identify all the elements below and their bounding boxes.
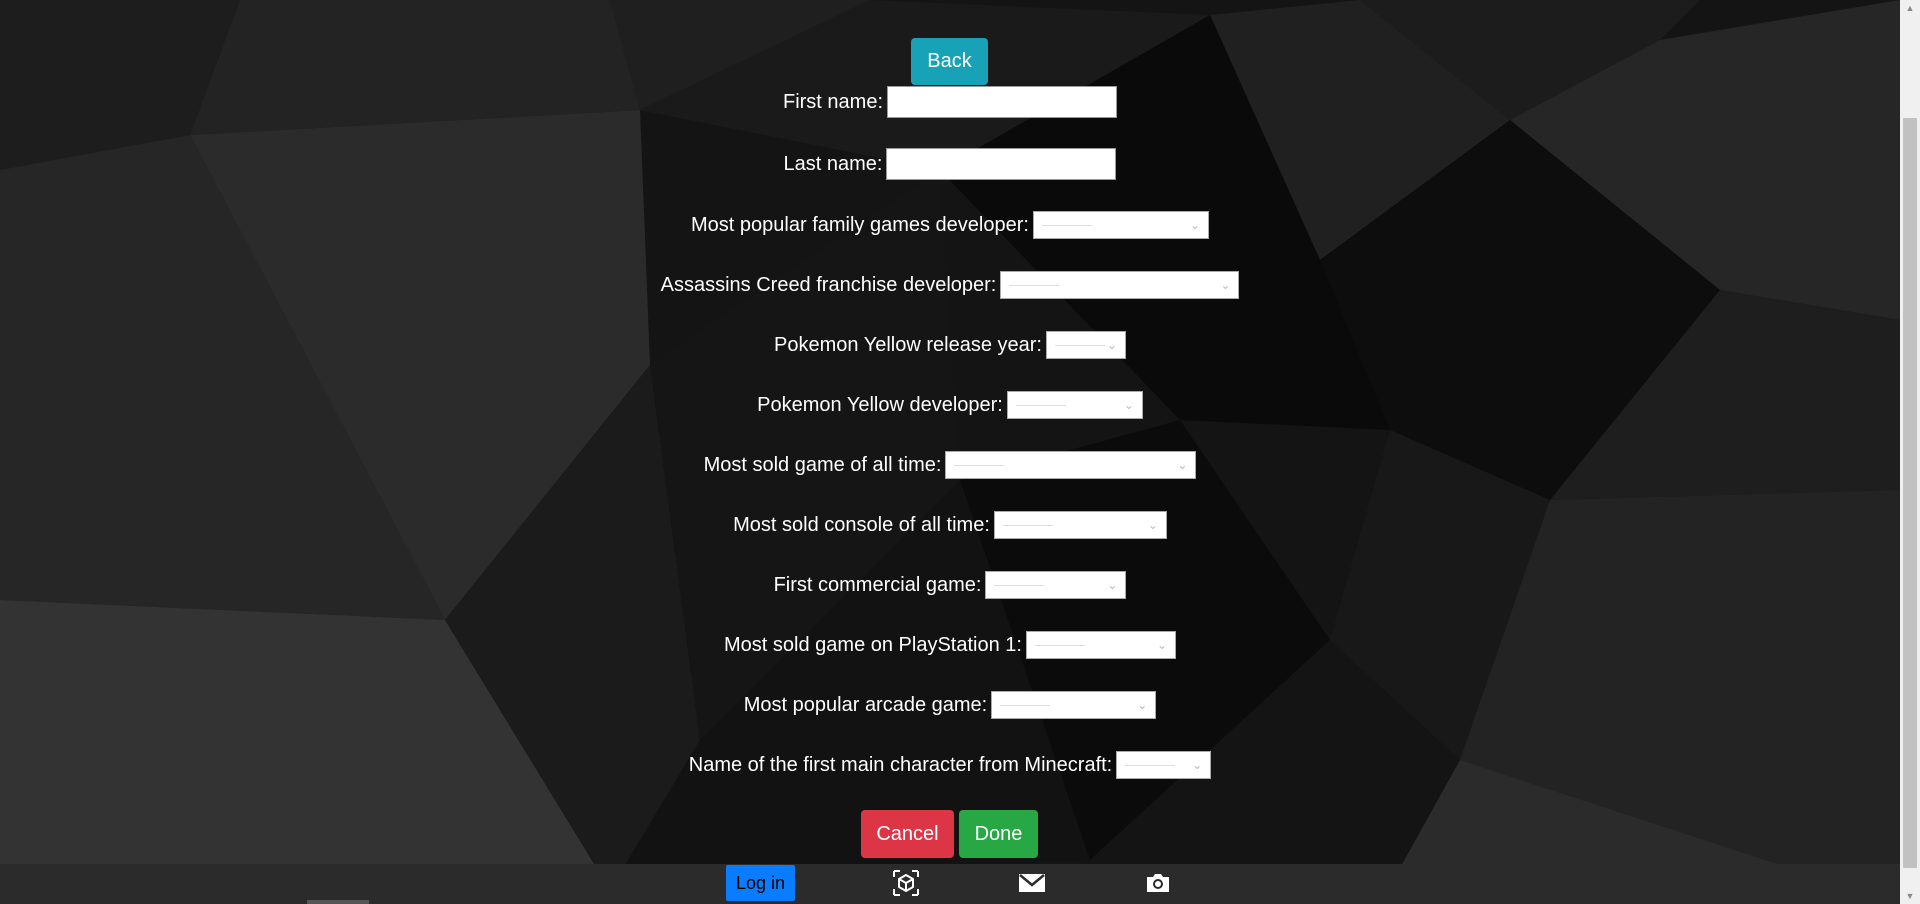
answer-select[interactable]: ⌄	[1006, 391, 1143, 419]
question-row: Pokemon Yellow developer: ⌄	[0, 389, 1900, 421]
chevron-down-icon: ⌄	[1192, 758, 1203, 772]
scroll-down-arrow-icon[interactable]: ▼	[1900, 888, 1920, 904]
chevron-down-icon: ⌄	[1107, 578, 1118, 592]
empty-option-line	[1002, 525, 1053, 526]
chevron-down-icon: ⌄	[1156, 638, 1167, 652]
back-button[interactable]: Back	[911, 38, 988, 85]
question-row: First commercial game: ⌄	[0, 569, 1900, 601]
scroll-up-arrow-icon[interactable]: ▲	[1900, 0, 1920, 16]
answer-select[interactable]: ⌄	[1032, 211, 1209, 239]
chevron-down-icon: ⌄	[1147, 518, 1158, 532]
question-label: Pokemon Yellow release year:	[774, 333, 1042, 356]
login-button[interactable]: Log in	[726, 865, 795, 901]
answer-select[interactable]: ⌄	[1000, 271, 1240, 299]
chevron-down-icon: ⌄	[1189, 218, 1200, 232]
chevron-down-icon: ⌄	[1137, 698, 1148, 712]
empty-option-line	[1125, 765, 1176, 766]
question-label: First commercial game:	[773, 573, 982, 596]
bar-tab-indicator	[307, 900, 369, 904]
question-label: Assassins Creed franchise developer:	[660, 273, 997, 296]
answer-select[interactable]: ⌄	[1045, 331, 1126, 359]
question-row: Most sold game of all time: ⌄	[0, 449, 1900, 481]
quiz-page: Back First name: Last name: Most popular…	[0, 0, 1900, 904]
chevron-down-icon: ⌄	[1123, 398, 1134, 412]
answer-select[interactable]: ⌄	[993, 511, 1167, 539]
question-row: Most popular family games developer: ⌄	[0, 209, 1900, 241]
chevron-down-icon: ⌄	[1177, 458, 1188, 472]
scroll-thumb[interactable]	[1903, 118, 1917, 868]
last-name-input[interactable]	[886, 148, 1117, 180]
empty-option-line	[1041, 225, 1092, 226]
answer-select[interactable]: ⌄	[991, 691, 1157, 719]
question-label: Most sold game on PlayStation 1:	[724, 633, 1022, 656]
empty-option-line	[1054, 345, 1105, 346]
first-name-row: First name:	[0, 86, 1900, 118]
empty-option-line	[1000, 705, 1051, 706]
chevron-down-icon: ⌄	[1220, 278, 1231, 292]
empty-option-line	[1034, 645, 1085, 646]
question-label: Pokemon Yellow developer:	[757, 393, 1003, 416]
last-name-label: Last name:	[783, 152, 883, 175]
question-row: Most sold game on PlayStation 1: ⌄	[0, 629, 1900, 661]
vertical-scrollbar[interactable]: ▲ ▼	[1900, 0, 1920, 904]
first-name-input[interactable]	[887, 86, 1118, 118]
question-label: Name of the first main character from Mi…	[688, 753, 1113, 776]
question-row: Assassins Creed franchise developer: ⌄	[0, 269, 1900, 301]
question-row: Most popular arcade game: ⌄	[0, 689, 1900, 721]
question-row: Pokemon Yellow release year: ⌄	[0, 329, 1900, 361]
question-label: Most sold console of all time:	[733, 513, 990, 536]
mail-icon[interactable]	[1017, 868, 1047, 898]
answer-select[interactable]: ⌄	[1025, 631, 1176, 659]
question-row: Most sold console of all time: ⌄	[0, 509, 1900, 541]
last-name-row: Last name:	[0, 148, 1900, 180]
empty-option-line	[954, 465, 1005, 466]
done-button[interactable]: Done	[959, 810, 1038, 858]
answer-select[interactable]: ⌄	[945, 451, 1197, 479]
empty-option-line	[1015, 405, 1066, 406]
empty-option-line	[994, 585, 1045, 586]
camera-icon[interactable]	[1143, 868, 1173, 898]
question-label: Most popular family games developer:	[691, 213, 1029, 236]
question-label: Most popular arcade game:	[743, 693, 988, 716]
answer-select[interactable]: ⌄	[1116, 751, 1212, 779]
question-row: Name of the first main character from Mi…	[0, 749, 1900, 781]
cube-icon[interactable]	[891, 868, 921, 898]
chevron-down-icon: ⌄	[1106, 338, 1117, 352]
bottom-bar: Log in	[0, 864, 1900, 904]
empty-option-line	[1009, 285, 1060, 286]
answer-select[interactable]: ⌄	[985, 571, 1127, 599]
question-label: Most sold game of all time:	[703, 453, 942, 476]
first-name-label: First name:	[782, 90, 884, 113]
cancel-button[interactable]: Cancel	[861, 810, 954, 858]
